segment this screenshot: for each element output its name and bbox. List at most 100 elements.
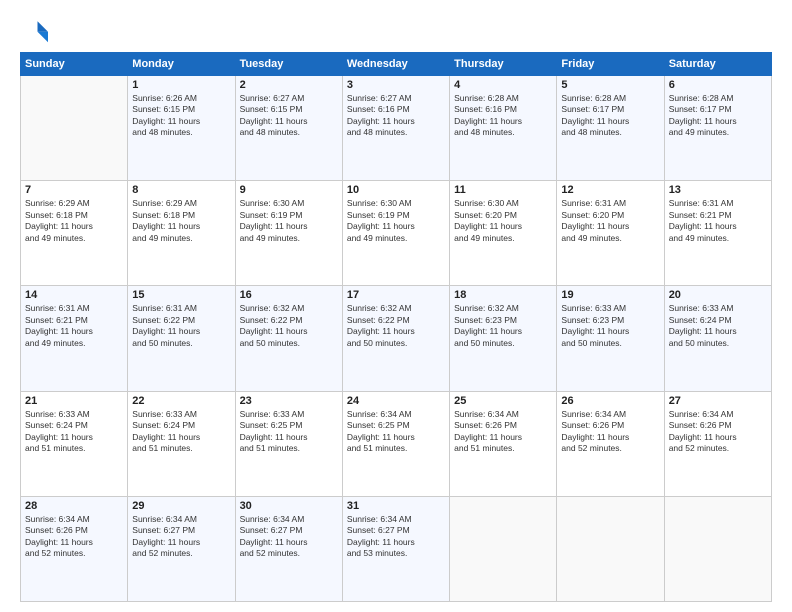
calendar-cell: 27 Sunrise: 6:34 AMSunset: 6:26 PMDayligh…: [664, 391, 771, 496]
day-number: 28: [25, 500, 123, 512]
day-info: Sunrise: 6:34 AMSunset: 6:25 PMDaylight:…: [347, 409, 445, 455]
logo: [20, 16, 52, 44]
day-number: 27: [669, 395, 767, 407]
day-number: 22: [132, 395, 230, 407]
calendar-cell: 3 Sunrise: 6:27 AMSunset: 6:16 PMDaylight…: [342, 76, 449, 181]
calendar-cell: 29 Sunrise: 6:34 AMSunset: 6:27 PMDayligh…: [128, 496, 235, 601]
day-info: Sunrise: 6:33 AMSunset: 6:23 PMDaylight:…: [561, 303, 659, 349]
day-info: Sunrise: 6:34 AMSunset: 6:27 PMDaylight:…: [132, 514, 230, 560]
day-number: 24: [347, 395, 445, 407]
day-info: Sunrise: 6:33 AMSunset: 6:24 PMDaylight:…: [669, 303, 767, 349]
day-info: Sunrise: 6:31 AMSunset: 6:21 PMDaylight:…: [669, 198, 767, 244]
day-of-week-header: Monday: [128, 53, 235, 76]
logo-icon: [20, 16, 48, 44]
day-number: 10: [347, 184, 445, 196]
day-info: Sunrise: 6:34 AMSunset: 6:26 PMDaylight:…: [454, 409, 552, 455]
calendar-cell: 4 Sunrise: 6:28 AMSunset: 6:16 PMDaylight…: [450, 76, 557, 181]
day-info: Sunrise: 6:31 AMSunset: 6:21 PMDaylight:…: [25, 303, 123, 349]
day-of-week-header: Thursday: [450, 53, 557, 76]
page: SundayMondayTuesdayWednesdayThursdayFrid…: [0, 0, 792, 612]
day-info: Sunrise: 6:31 AMSunset: 6:22 PMDaylight:…: [132, 303, 230, 349]
day-info: Sunrise: 6:29 AMSunset: 6:18 PMDaylight:…: [132, 198, 230, 244]
calendar-week-row: 28 Sunrise: 6:34 AMSunset: 6:26 PMDayligh…: [21, 496, 772, 601]
calendar-cell: 11 Sunrise: 6:30 AMSunset: 6:20 PMDayligh…: [450, 181, 557, 286]
calendar-table: SundayMondayTuesdayWednesdayThursdayFrid…: [20, 52, 772, 602]
calendar-cell: 30Sunrise: 6:34 AMSunset: 6:27 PMDayligh…: [235, 496, 342, 601]
day-number: 21: [25, 395, 123, 407]
calendar-cell: [557, 496, 664, 601]
calendar-cell: 31 Sunrise: 6:34 AMSunset: 6:27 PMDayligh…: [342, 496, 449, 601]
day-info: Sunrise: 6:34 AMSunset: 6:27 PMDaylight:…: [347, 514, 445, 560]
day-info: Sunrise: 6:28 AMSunset: 6:16 PMDaylight:…: [454, 93, 552, 139]
calendar-cell: 20 Sunrise: 6:33 AMSunset: 6:24 PMDayligh…: [664, 286, 771, 391]
calendar-cell: 12 Sunrise: 6:31 AMSunset: 6:20 PMDayligh…: [557, 181, 664, 286]
calendar-cell: [450, 496, 557, 601]
day-number: 11: [454, 184, 552, 196]
calendar-cell: 18 Sunrise: 6:32 AMSunset: 6:23 PMDayligh…: [450, 286, 557, 391]
day-number: 2: [240, 79, 338, 91]
day-number: 14: [25, 289, 123, 301]
day-info: Sunrise: 6:32 AMSunset: 6:22 PMDaylight:…: [240, 303, 338, 349]
calendar-week-row: 21 Sunrise: 6:33 AMSunset: 6:24 PMDayligh…: [21, 391, 772, 496]
day-info: Sunrise: 6:33 AMSunset: 6:24 PMDaylight:…: [25, 409, 123, 455]
calendar-cell: 8 Sunrise: 6:29 AMSunset: 6:18 PMDaylight…: [128, 181, 235, 286]
day-number: 20: [669, 289, 767, 301]
day-number: 7: [25, 184, 123, 196]
days-of-week-row: SundayMondayTuesdayWednesdayThursdayFrid…: [21, 53, 772, 76]
day-number: 25: [454, 395, 552, 407]
day-of-week-header: Tuesday: [235, 53, 342, 76]
day-info: Sunrise: 6:34 AMSunset: 6:26 PMDaylight:…: [561, 409, 659, 455]
calendar-cell: 17 Sunrise: 6:32 AMSunset: 6:22 PMDayligh…: [342, 286, 449, 391]
day-of-week-header: Wednesday: [342, 53, 449, 76]
calendar-cell: 2 Sunrise: 6:27 AMSunset: 6:15 PMDaylight…: [235, 76, 342, 181]
calendar-cell: 22 Sunrise: 6:33 AMSunset: 6:24 PMDayligh…: [128, 391, 235, 496]
day-info: Sunrise: 6:30 AMSunset: 6:20 PMDaylight:…: [454, 198, 552, 244]
day-number: 16: [240, 289, 338, 301]
day-number: 4: [454, 79, 552, 91]
day-number: 12: [561, 184, 659, 196]
day-number: 1: [132, 79, 230, 91]
day-info: Sunrise: 6:28 AMSunset: 6:17 PMDaylight:…: [669, 93, 767, 139]
calendar-week-row: 7 Sunrise: 6:29 AMSunset: 6:18 PMDaylight…: [21, 181, 772, 286]
day-info: Sunrise: 6:27 AMSunset: 6:15 PMDaylight:…: [240, 93, 338, 139]
day-number: 29: [132, 500, 230, 512]
day-info: Sunrise: 6:32 AMSunset: 6:23 PMDaylight:…: [454, 303, 552, 349]
day-info: Sunrise: 6:32 AMSunset: 6:22 PMDaylight:…: [347, 303, 445, 349]
calendar-week-row: 14 Sunrise: 6:31 AMSunset: 6:21 PMDayligh…: [21, 286, 772, 391]
calendar-cell: 24 Sunrise: 6:34 AMSunset: 6:25 PMDayligh…: [342, 391, 449, 496]
calendar-cell: 13Sunrise: 6:31 AMSunset: 6:21 PMDayligh…: [664, 181, 771, 286]
calendar-cell: 10Sunrise: 6:30 AMSunset: 6:19 PMDayligh…: [342, 181, 449, 286]
calendar-cell: 9Sunrise: 6:30 AMSunset: 6:19 PMDaylight…: [235, 181, 342, 286]
day-info: Sunrise: 6:34 AMSunset: 6:26 PMDaylight:…: [25, 514, 123, 560]
day-of-week-header: Friday: [557, 53, 664, 76]
day-number: 30: [240, 500, 338, 512]
calendar-cell: 23 Sunrise: 6:33 AMSunset: 6:25 PMDayligh…: [235, 391, 342, 496]
day-number: 15: [132, 289, 230, 301]
calendar-week-row: 1Sunrise: 6:26 AMSunset: 6:15 PMDaylight…: [21, 76, 772, 181]
day-of-week-header: Saturday: [664, 53, 771, 76]
day-info: Sunrise: 6:34 AMSunset: 6:26 PMDaylight:…: [669, 409, 767, 455]
day-number: 8: [132, 184, 230, 196]
day-number: 31: [347, 500, 445, 512]
calendar-body: 1Sunrise: 6:26 AMSunset: 6:15 PMDaylight…: [21, 76, 772, 602]
day-number: 3: [347, 79, 445, 91]
calendar-cell: 6Sunrise: 6:28 AMSunset: 6:17 PMDaylight…: [664, 76, 771, 181]
day-info: Sunrise: 6:31 AMSunset: 6:20 PMDaylight:…: [561, 198, 659, 244]
day-number: 5: [561, 79, 659, 91]
day-info: Sunrise: 6:33 AMSunset: 6:25 PMDaylight:…: [240, 409, 338, 455]
day-number: 19: [561, 289, 659, 301]
day-info: Sunrise: 6:27 AMSunset: 6:16 PMDaylight:…: [347, 93, 445, 139]
calendar-header: SundayMondayTuesdayWednesdayThursdayFrid…: [21, 53, 772, 76]
day-info: Sunrise: 6:33 AMSunset: 6:24 PMDaylight:…: [132, 409, 230, 455]
calendar-cell: 7Sunrise: 6:29 AMSunset: 6:18 PMDaylight…: [21, 181, 128, 286]
day-number: 9: [240, 184, 338, 196]
day-info: Sunrise: 6:28 AMSunset: 6:17 PMDaylight:…: [561, 93, 659, 139]
day-number: 23: [240, 395, 338, 407]
calendar-cell: 19 Sunrise: 6:33 AMSunset: 6:23 PMDayligh…: [557, 286, 664, 391]
day-number: 17: [347, 289, 445, 301]
day-number: 18: [454, 289, 552, 301]
day-of-week-header: Sunday: [21, 53, 128, 76]
calendar-cell: 28 Sunrise: 6:34 AMSunset: 6:26 PMDayligh…: [21, 496, 128, 601]
calendar-cell: 5 Sunrise: 6:28 AMSunset: 6:17 PMDaylight…: [557, 76, 664, 181]
calendar-cell: 25 Sunrise: 6:34 AMSunset: 6:26 PMDayligh…: [450, 391, 557, 496]
